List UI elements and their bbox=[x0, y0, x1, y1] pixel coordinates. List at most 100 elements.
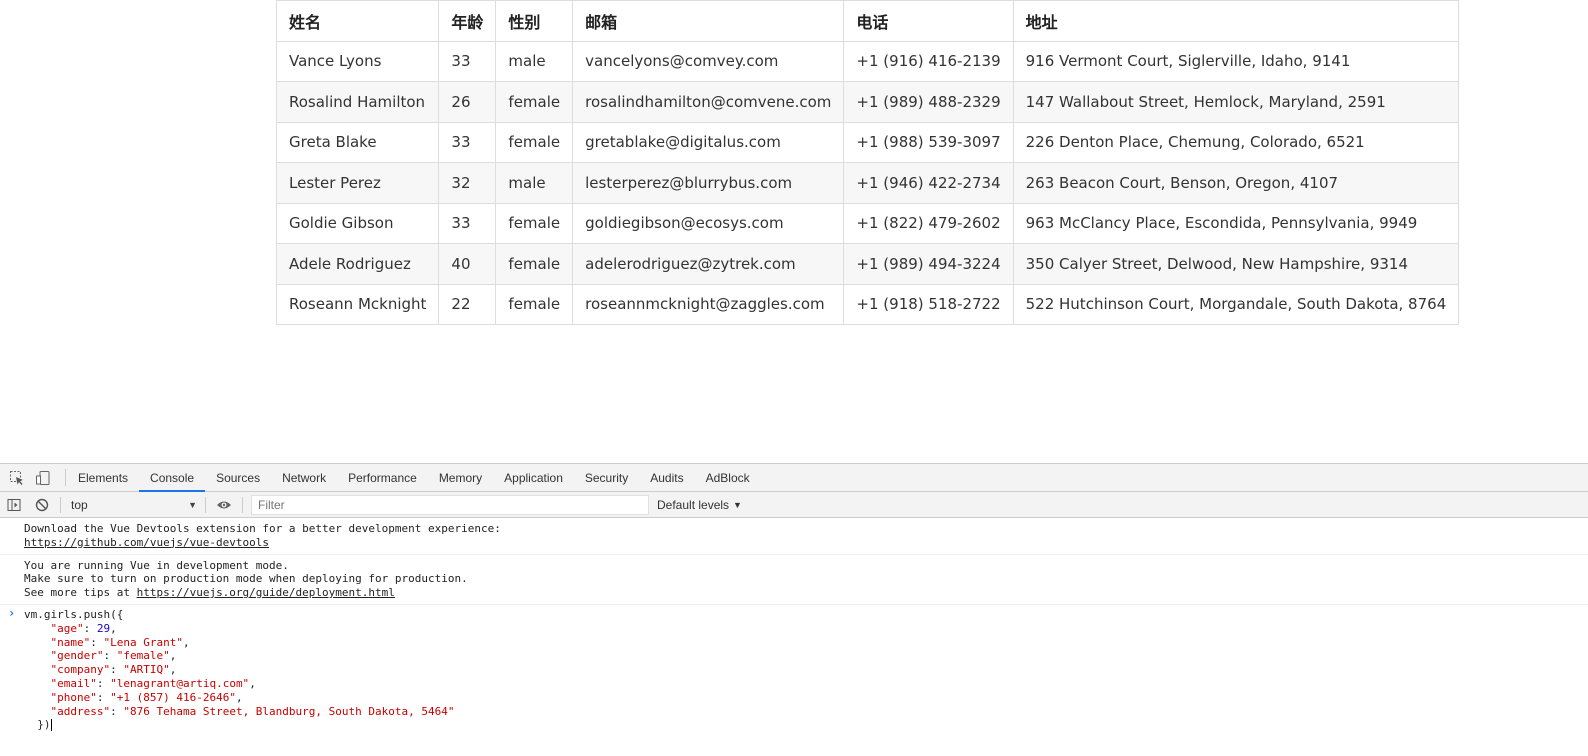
phone-cell: +1 (988) 539-3097 bbox=[843, 121, 1014, 163]
console-input-code[interactable]: vm.girls.push({ "age": 29, "name": "Lena… bbox=[24, 608, 1588, 732]
code-value: "lenagrant@artiq.com" bbox=[110, 676, 250, 690]
devtools-tabs: Elements Console Sources Network Performance… bbox=[67, 464, 761, 492]
gender-cell: female bbox=[495, 283, 574, 325]
name-cell: Lester Perez bbox=[275, 162, 440, 204]
code-line: "address": "876 Tehama Street, Blandburg… bbox=[50, 704, 455, 718]
code-value: "ARTIQ" bbox=[123, 663, 170, 677]
code-line: "name": "Lena Grant", bbox=[50, 635, 190, 649]
phone-cell: +1 (989) 488-2329 bbox=[843, 81, 1014, 123]
phone-cell: +1 (989) 494-3224 bbox=[843, 243, 1014, 285]
email-cell: rosalindhamilton@comvene.com bbox=[572, 81, 845, 123]
console-message-text: Download the Vue Devtools extension for … bbox=[24, 522, 501, 535]
code-line: "phone": "+1 (857) 416-2646", bbox=[50, 690, 243, 704]
phone-cell: +1 (946) 422-2734 bbox=[843, 162, 1014, 204]
address-cell: 963 McClancy Place, Escondida, Pennsylva… bbox=[1012, 202, 1460, 244]
code-closing: }) bbox=[37, 718, 51, 732]
gender-cell: male bbox=[495, 162, 574, 204]
console-message: Download the Vue Devtools extension for … bbox=[0, 518, 1588, 555]
table-header-row: 姓名 年龄 性别 邮箱 电话 地址 bbox=[275, 0, 1460, 42]
table-row: Goldie Gibson 33 female goldiegibson@ecosys… bbox=[275, 202, 1460, 244]
name-cell: Vance Lyons bbox=[275, 40, 440, 82]
code-key: "email" bbox=[50, 676, 97, 690]
live-expression-eye-icon[interactable] bbox=[210, 492, 238, 518]
email-cell: adelerodriguez@zytrek.com bbox=[572, 243, 845, 285]
email-cell: roseannmcknight@zaggles.com bbox=[572, 283, 845, 325]
code-line: "gender": "female", bbox=[50, 649, 177, 663]
email-cell: lesterperez@blurrybus.com bbox=[572, 162, 845, 204]
table-row: Rosalind Hamilton 26 female rosalindhamilto… bbox=[275, 81, 1460, 123]
inspect-element-icon[interactable] bbox=[8, 469, 26, 487]
code-key: "age" bbox=[50, 621, 84, 635]
tab-network[interactable]: Network bbox=[271, 464, 337, 491]
address-cell: 263 Beacon Court, Benson, Oregon, 4107 bbox=[1012, 162, 1460, 204]
age-cell: 33 bbox=[438, 121, 497, 163]
code-key: "phone" bbox=[50, 690, 97, 704]
devtools-tab-bar: Elements Console Sources Network Performance… bbox=[0, 464, 1588, 492]
tab-audits[interactable]: Audits bbox=[639, 464, 694, 491]
age-cell: 40 bbox=[438, 243, 497, 285]
age-cell: 22 bbox=[438, 283, 497, 325]
email-cell: gretablake@digitalus.com bbox=[572, 121, 845, 163]
code-key: "name" bbox=[50, 635, 91, 649]
code-line: "age": 29, bbox=[50, 621, 117, 635]
address-cell: 916 Vermont Court, Siglerville, Idaho, 9… bbox=[1012, 40, 1460, 82]
phone-cell: +1 (918) 518-2722 bbox=[843, 283, 1014, 325]
console-sidebar-icon[interactable] bbox=[0, 492, 28, 518]
console-message-link[interactable]: https://github.com/vuejs/vue-devtools bbox=[24, 536, 269, 549]
tab-application[interactable]: Application bbox=[493, 464, 574, 491]
tab-elements[interactable]: Elements bbox=[67, 464, 139, 491]
code-value: "+1 (857) 416-2646" bbox=[110, 690, 236, 704]
tab-performance[interactable]: Performance bbox=[337, 464, 428, 491]
column-header: 电话 bbox=[843, 0, 1014, 42]
gender-cell: female bbox=[495, 202, 574, 244]
code-value: "female" bbox=[116, 649, 170, 663]
tab-security[interactable]: Security bbox=[574, 464, 639, 491]
phone-cell: +1 (822) 479-2602 bbox=[843, 202, 1014, 244]
console-toolbar: top ▼ Default levels ▼ bbox=[0, 492, 1588, 518]
table-body: Vance Lyons 33 male vancelyons@comvey.com +1… bbox=[275, 40, 1460, 325]
code-line: }) bbox=[24, 718, 1588, 732]
age-cell: 26 bbox=[438, 81, 497, 123]
toolbar-divider bbox=[242, 496, 243, 513]
tab-memory[interactable]: Memory bbox=[428, 464, 493, 491]
console-message-text: You are running Vue in development mode. bbox=[24, 558, 289, 572]
name-cell: Rosalind Hamilton bbox=[275, 81, 440, 123]
tab-console[interactable]: Console bbox=[139, 464, 206, 492]
console-message-link[interactable]: https://vuejs.org/guide/deployment.html bbox=[137, 586, 395, 599]
age-cell: 33 bbox=[438, 40, 497, 82]
code-line: "company": "ARTIQ", bbox=[50, 663, 177, 677]
table-row: Roseann Mcknight 22 female roseannmcknight@… bbox=[275, 283, 1460, 325]
log-levels-dropdown[interactable]: Default levels ▼ bbox=[657, 498, 742, 512]
devtools-left-icons bbox=[0, 469, 66, 486]
code-value: 29 bbox=[96, 621, 111, 635]
column-header: 邮箱 bbox=[572, 0, 845, 42]
column-header: 性别 bbox=[495, 0, 574, 42]
tab-adblock[interactable]: AdBlock bbox=[695, 464, 761, 491]
table-row: Adele Rodriguez 40 female adelerodriguez@zy… bbox=[275, 243, 1460, 285]
console-input-editor[interactable]: › vm.girls.push({ "age": 29, "name": "Le… bbox=[0, 605, 1588, 732]
age-cell: 33 bbox=[438, 202, 497, 244]
name-cell: Adele Rodriguez bbox=[275, 243, 440, 285]
code-key: "gender" bbox=[50, 649, 104, 663]
console-prompt-chevron-icon: › bbox=[8, 605, 16, 620]
clear-console-icon[interactable] bbox=[28, 492, 56, 518]
email-cell: vancelyons@comvey.com bbox=[572, 40, 845, 82]
tab-sources[interactable]: Sources bbox=[205, 464, 271, 491]
console-filter-input[interactable] bbox=[251, 494, 649, 515]
toolbar-divider bbox=[60, 496, 61, 513]
context-selector[interactable]: top ▼ bbox=[65, 495, 201, 515]
column-header: 年龄 bbox=[438, 0, 497, 42]
name-cell: Roseann Mcknight bbox=[275, 283, 440, 325]
gender-cell: female bbox=[495, 121, 574, 163]
device-toolbar-icon[interactable] bbox=[34, 469, 52, 487]
toolbar-divider bbox=[205, 496, 206, 513]
address-cell: 226 Denton Place, Chemung, Colorado, 652… bbox=[1012, 121, 1460, 163]
name-cell: Greta Blake bbox=[275, 121, 440, 163]
devtools-panel: Elements Console Sources Network Performance… bbox=[0, 463, 1588, 756]
chevron-down-icon: ▼ bbox=[188, 499, 197, 510]
code-line: "email": "lenagrant@artiq.com", bbox=[50, 676, 256, 690]
column-header: 地址 bbox=[1012, 0, 1460, 42]
table-row: Vance Lyons 33 male vancelyons@comvey.com +1… bbox=[275, 40, 1460, 82]
gender-cell: male bbox=[495, 40, 574, 82]
age-cell: 32 bbox=[438, 162, 497, 204]
